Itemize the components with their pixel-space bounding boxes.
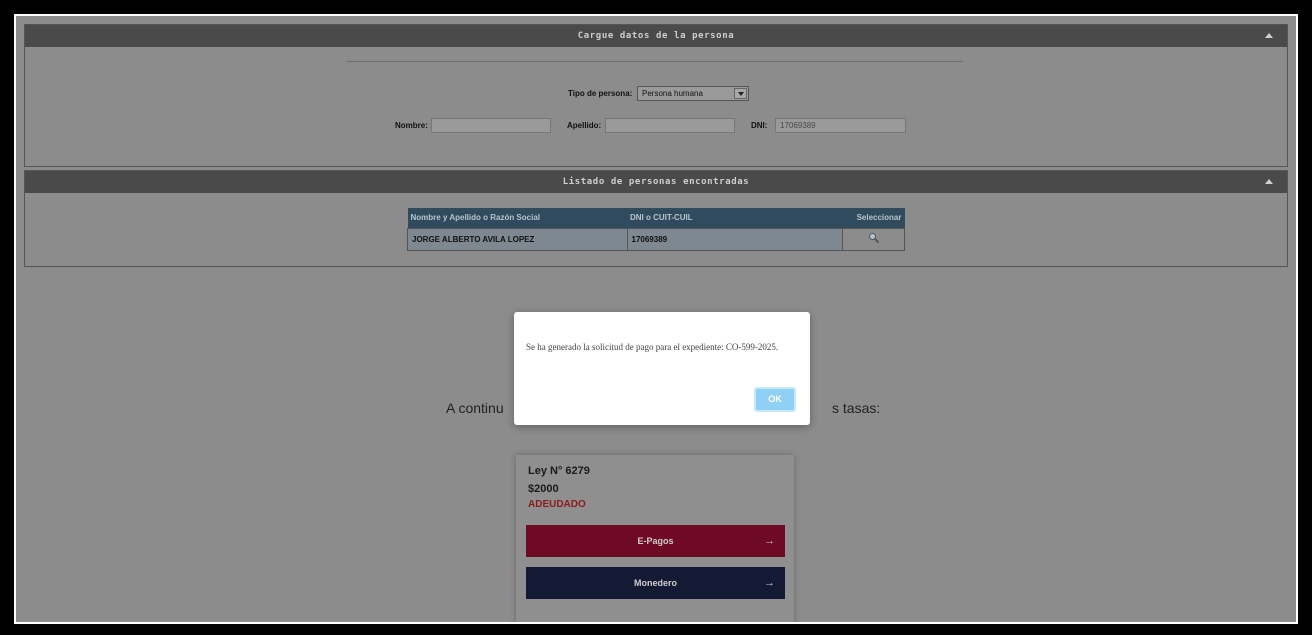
tipo-persona-value: Persona humana — [642, 89, 703, 98]
dni-input[interactable]: 17069389 — [775, 118, 906, 133]
monedero-label: Monedero — [633, 578, 677, 588]
table-row[interactable]: JORGE ALBERTO AVILA LOPEZ 17069389 — [407, 227, 905, 251]
arrow-right-icon: → — [764, 577, 775, 589]
page-content: Cargue datos de la persona Tipo de perso… — [24, 24, 1288, 622]
collapse-arrow-icon[interactable] — [1265, 33, 1273, 38]
dni-label: DNI: — [751, 121, 768, 130]
nombre-input[interactable] — [431, 118, 551, 133]
tipo-persona-label: Tipo de persona: — [568, 89, 633, 98]
nombre-label: Nombre: — [395, 121, 428, 130]
collapse-arrow-icon[interactable] — [1265, 179, 1273, 184]
cell-nombre: JORGE ALBERTO AVILA LOPEZ — [407, 227, 628, 251]
cell-dni: 17069389 — [626, 227, 844, 251]
tasa-card: Ley N° 6279 $2000 ADEUDADO E-Pagos → Mon… — [516, 455, 794, 622]
monedero-button[interactable]: Monedero → — [526, 567, 785, 599]
panel-header[interactable]: Listado de personas encontradas — [25, 171, 1287, 193]
intro-text-left: A continu — [446, 400, 504, 416]
dialog-message: Se ha generado la solicitud de pago para… — [526, 342, 779, 352]
select-button[interactable] — [842, 227, 905, 251]
amount: $2000 — [528, 483, 559, 495]
panel-title: Listado de personas encontradas — [562, 177, 750, 187]
apellido-input[interactable] — [605, 118, 735, 133]
panel-header[interactable]: Cargue datos de la persona — [25, 25, 1287, 47]
alert-dialog: Se ha generado la solicitud de pago para… — [514, 312, 810, 425]
ok-button[interactable]: OK — [754, 387, 796, 412]
app-frame: Cargue datos de la persona Tipo de perso… — [14, 14, 1298, 624]
column-header-seleccionar: Seleccionar — [842, 208, 905, 228]
epagos-button[interactable]: E-Pagos → — [526, 525, 785, 557]
chevron-down-icon[interactable] — [734, 88, 747, 99]
column-header-nombre: Nombre y Apellido o Razón Social — [407, 208, 627, 228]
status-badge: ADEUDADO — [528, 499, 586, 510]
arrow-right-icon: → — [764, 535, 775, 547]
panel-title: Cargue datos de la persona — [577, 31, 735, 41]
apellido-label: Apellido: — [567, 121, 602, 130]
magnifier-icon[interactable] — [868, 232, 880, 244]
ley-title: Ley N° 6279 — [528, 465, 590, 477]
tipo-persona-select[interactable]: Persona humana — [637, 86, 749, 101]
column-header-dni: DNI o CUIT-CUIL — [627, 208, 843, 228]
divider — [347, 61, 963, 62]
panel-cargue-datos: Cargue datos de la persona Tipo de perso… — [24, 24, 1288, 167]
panel-listado: Listado de personas encontradas Nombre y… — [24, 170, 1288, 267]
results-table: Nombre y Apellido o Razón Social DNI o C… — [407, 208, 905, 251]
epagos-label: E-Pagos — [637, 536, 674, 546]
intro-text-right: s tasas: — [832, 400, 881, 416]
